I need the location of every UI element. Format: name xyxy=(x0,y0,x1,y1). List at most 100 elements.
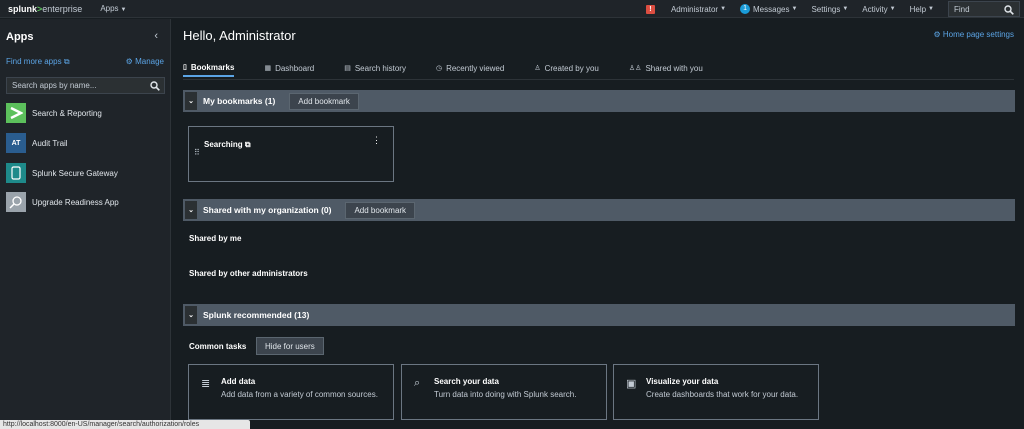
sidebar-title: Apps xyxy=(6,31,34,43)
external-link-icon: ⧉ xyxy=(244,140,251,149)
kebab-menu-icon[interactable]: ⋮ xyxy=(372,135,381,146)
add-bookmark-button[interactable]: Add bookmark xyxy=(289,92,359,110)
tab-bar: ▯ Bookmarks ▦ Dashboard ▤ Search history ◷ R… xyxy=(183,59,733,79)
settings-menu[interactable]: Settings ▼ xyxy=(811,5,848,14)
activity-menu[interactable]: Activity ▼ xyxy=(862,5,895,14)
messages-label: Messages xyxy=(753,4,790,14)
tab-label: Search history xyxy=(354,63,406,73)
chevron-down-icon[interactable]: ⌄ xyxy=(185,306,197,324)
app-item-label: Audit Trail xyxy=(32,138,68,148)
logo-splunk: splunk xyxy=(8,3,38,14)
grid-icon: ▦ xyxy=(264,65,272,72)
caret-down-icon: ▼ xyxy=(720,6,727,12)
task-card-search-data[interactable]: ⌕ Search your data Turn data into doing … xyxy=(401,364,607,420)
tabs-divider xyxy=(183,79,1014,80)
section-title: Splunk recommended (13) xyxy=(203,310,310,320)
tab-bookmarks[interactable]: ▯ Bookmarks xyxy=(183,59,235,77)
tab-shared-with-you[interactable]: ♙♙ Shared with you xyxy=(629,59,703,77)
clock-icon: ◷ xyxy=(435,65,443,72)
apps-menu-label: Apps xyxy=(100,4,119,13)
database-icon: ≣ xyxy=(201,378,211,390)
users-icon: ♙♙ xyxy=(628,65,642,72)
app-item-label: Search & Reporting xyxy=(32,108,102,118)
chevron-down-icon[interactable]: ⌄ xyxy=(185,92,197,110)
messages-menu[interactable]: 1 Messages ▼ xyxy=(740,4,797,14)
caret-down-icon: ▼ xyxy=(889,6,896,12)
alert-icon[interactable]: ! xyxy=(645,4,655,14)
app-item-upgrade-readiness[interactable]: Upgrade Readiness App xyxy=(6,192,119,212)
collapse-sidebar-icon[interactable]: ‹ xyxy=(154,30,158,42)
hide-for-users-button[interactable]: Hide for users xyxy=(256,337,324,355)
section-title: Shared with my organization (0) xyxy=(203,205,332,215)
tab-recently-viewed[interactable]: ◷ Recently viewed xyxy=(436,59,504,77)
app-item-audit-trail[interactable]: AT Audit Trail xyxy=(6,133,68,153)
apps-menu[interactable]: Apps ▼ xyxy=(100,4,126,13)
tab-created-by-you[interactable]: ♙ Created by you xyxy=(534,59,599,77)
messages-badge: 1 xyxy=(740,4,751,14)
home-page-settings-link[interactable]: ⚙ Home page settings xyxy=(933,30,1014,39)
app-item-search-reporting[interactable]: Search & Reporting xyxy=(6,103,102,123)
settings-label: Settings xyxy=(811,4,841,14)
task-card-add-data[interactable]: ≣ Add data Add data from a variety of co… xyxy=(188,364,394,420)
app-item-label: Splunk Secure Gateway xyxy=(32,168,118,178)
app-item-secure-gateway[interactable]: Splunk Secure Gateway xyxy=(6,163,118,183)
my-bookmarks-section-header: ⌄ My bookmarks (1) Add bookmark xyxy=(183,90,1015,112)
phone-icon xyxy=(6,163,26,183)
task-title: Add data xyxy=(221,377,256,386)
bookmark-title[interactable]: Searching ⧉ xyxy=(204,140,251,150)
shared-by-me-label: Shared by me xyxy=(189,234,242,243)
find-placeholder: Find xyxy=(954,4,970,14)
top-navigation-bar: splunk > enterprise Apps ▼ ! Administrato… xyxy=(0,0,1024,18)
recommended-section-header: ⌄ Splunk recommended (13) xyxy=(183,304,1015,326)
history-icon: ▤ xyxy=(344,65,351,72)
activity-label: Activity xyxy=(862,4,888,14)
task-desc: Create dashboards that work for your dat… xyxy=(646,390,799,399)
magnifier-icon[interactable] xyxy=(1004,5,1014,15)
search-reporting-icon xyxy=(6,103,26,123)
drag-handle-icon[interactable]: ⠿ xyxy=(194,148,200,157)
main-content: Hello, Administrator ⚙ Home page setting… xyxy=(172,19,1024,429)
find-more-apps-link[interactable]: Find more apps ⧉ xyxy=(6,57,70,67)
chevron-down-icon[interactable]: ⌄ xyxy=(185,201,197,219)
tab-label: Shared with you xyxy=(645,63,703,73)
search-icon xyxy=(150,81,160,91)
page-title: Hello, Administrator xyxy=(183,28,296,43)
tab-label: Dashboard xyxy=(275,63,315,73)
gear-icon: ⚙ xyxy=(125,57,136,66)
task-card-visualize-data[interactable]: ▣ Visualize your data Create dashboards … xyxy=(613,364,819,420)
gear-icon: ⚙ xyxy=(933,30,943,39)
add-bookmark-button[interactable]: Add bookmark xyxy=(345,201,416,219)
tab-dashboard[interactable]: ▦ Dashboard xyxy=(264,59,314,77)
caret-down-icon: ▼ xyxy=(928,6,934,12)
splunk-logo[interactable]: splunk > enterprise xyxy=(8,4,82,14)
bookmark-title-label: Searching xyxy=(204,140,243,149)
bookmark-card[interactable]: Searching ⧉ ⋮ ⠿ xyxy=(188,126,394,182)
section-title: My bookmarks (1) xyxy=(203,96,276,106)
app-search-input[interactable]: Search apps by name... xyxy=(6,77,165,94)
user-menu-label: Administrator xyxy=(670,4,719,14)
shared-org-section-header: ⌄ Shared with my organization (0) Add bo… xyxy=(183,199,1015,221)
tab-label: Created by you xyxy=(544,63,599,73)
app-search-placeholder: Search apps by name... xyxy=(12,81,97,90)
find-input[interactable]: Find xyxy=(948,1,1020,17)
tab-search-history[interactable]: ▤ Search history xyxy=(344,59,406,77)
find-more-apps-label: Find more apps xyxy=(6,57,62,66)
user-menu[interactable]: Administrator ▼ xyxy=(671,5,726,14)
caret-down-icon: ▼ xyxy=(842,6,849,12)
app-item-label: Upgrade Readiness App xyxy=(32,197,119,207)
home-settings-label: Home page settings xyxy=(942,30,1014,39)
common-tasks-label: Common tasks xyxy=(189,342,247,351)
help-menu[interactable]: Help ▼ xyxy=(910,5,934,14)
tab-label: Recently viewed xyxy=(446,63,505,73)
manage-label: Manage xyxy=(135,57,164,66)
logo-enterprise: enterprise xyxy=(42,3,83,14)
shared-by-other-label: Shared by other administrators xyxy=(189,269,308,278)
visualize-icon: ▣ xyxy=(626,378,637,390)
manage-apps-link[interactable]: ⚙ Manage xyxy=(126,57,164,66)
task-desc: Add data from a variety of common source… xyxy=(221,390,378,399)
apps-sidebar: Apps ‹ Find more apps ⧉ ⚙ Manage Search … xyxy=(0,19,171,429)
search-icon: ⌕ xyxy=(414,377,421,389)
task-desc: Turn data into doing with Splunk search. xyxy=(434,390,577,399)
task-title: Visualize your data xyxy=(646,377,719,386)
tab-label: Bookmarks xyxy=(190,62,235,72)
